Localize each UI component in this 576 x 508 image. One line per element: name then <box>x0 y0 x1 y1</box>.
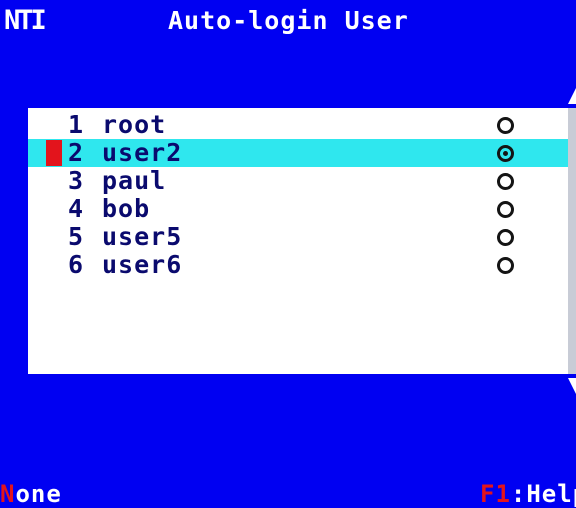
user-row-4[interactable]: 4 bob <box>28 195 568 223</box>
user-number: 4 <box>68 194 84 223</box>
selection-cursor <box>46 140 62 166</box>
status-none[interactable]: None <box>0 481 62 507</box>
autologin-radio[interactable] <box>497 117 514 134</box>
scrollbar[interactable] <box>568 88 576 394</box>
user-list: 1 root 2 user2 3 paul 4 bob 5 user5 6 us… <box>28 108 568 374</box>
user-name: user6 <box>102 250 183 279</box>
user-number: 1 <box>68 110 84 139</box>
user-number: 6 <box>68 250 84 279</box>
autologin-radio[interactable] <box>497 257 514 274</box>
user-number: 5 <box>68 222 84 251</box>
user-number: 2 <box>68 138 84 167</box>
user-name: bob <box>102 194 151 223</box>
scroll-track[interactable] <box>568 108 576 374</box>
user-row-1[interactable]: 1 root <box>28 111 568 139</box>
scroll-up-arrow-icon[interactable] <box>568 88 576 104</box>
page-title: Auto-login User <box>168 6 409 35</box>
user-name: user2 <box>102 138 183 167</box>
status-help[interactable]: F1:Help <box>480 481 576 507</box>
user-row-2[interactable]: 2 user2 <box>28 139 568 167</box>
none-label: one <box>15 480 62 508</box>
autologin-radio[interactable] <box>497 201 514 218</box>
user-number: 3 <box>68 166 84 195</box>
none-hotkey: N <box>0 480 16 508</box>
user-name: user5 <box>102 222 183 251</box>
help-label: :Help <box>510 480 576 508</box>
nti-logo: NTI <box>4 5 47 36</box>
user-row-6[interactable]: 6 user6 <box>28 251 568 279</box>
user-row-3[interactable]: 3 paul <box>28 167 568 195</box>
autologin-radio[interactable] <box>497 229 514 246</box>
f1-hotkey: F1 <box>480 480 511 508</box>
user-name: root <box>102 110 167 139</box>
user-row-5[interactable]: 5 user5 <box>28 223 568 251</box>
user-name: paul <box>102 166 167 195</box>
scroll-down-arrow-icon[interactable] <box>568 378 576 394</box>
autologin-radio-checked[interactable] <box>497 145 514 162</box>
autologin-radio[interactable] <box>497 173 514 190</box>
